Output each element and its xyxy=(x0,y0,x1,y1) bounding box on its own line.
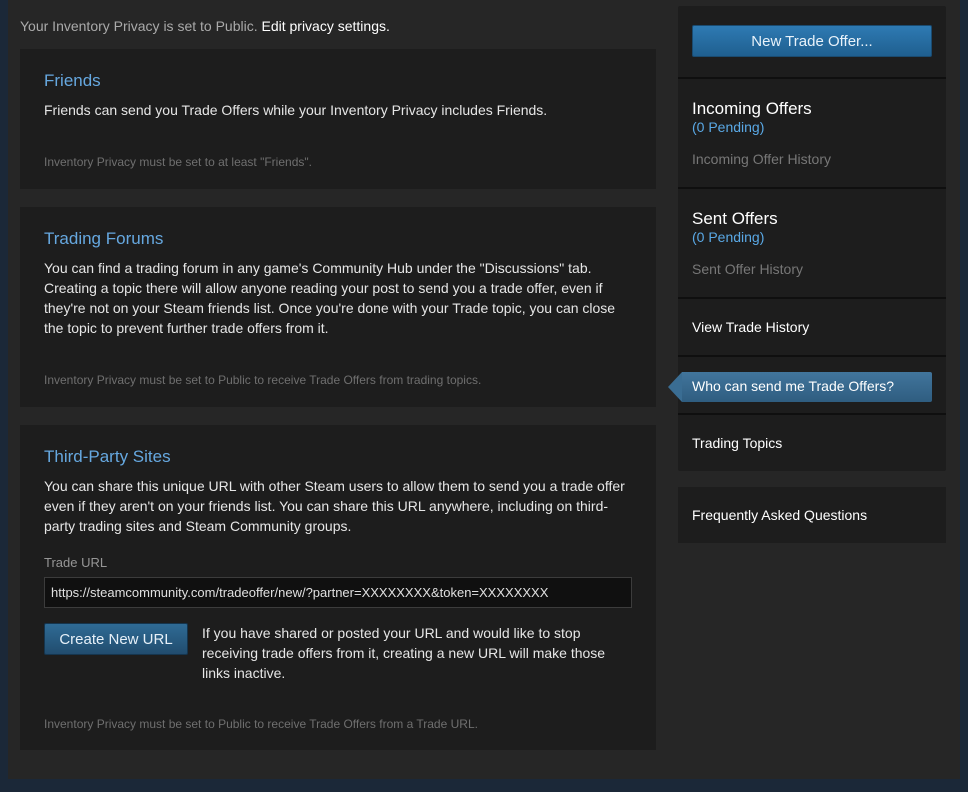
privacy-notice-text: Your Inventory Privacy is set to Public. xyxy=(20,18,258,34)
sent-offers-title[interactable]: Sent Offers xyxy=(692,209,778,229)
trading-forums-body: You can find a trading forum in any game… xyxy=(44,260,616,336)
trading-forums-title: Trading Forums xyxy=(44,229,164,248)
who-can-send-label: Who can send me Trade Offers? xyxy=(682,372,932,402)
new-trade-offer-button[interactable]: New Trade Offer... xyxy=(692,25,932,57)
who-can-send-button[interactable]: Who can send me Trade Offers? xyxy=(668,372,932,402)
sent-offer-history-link[interactable]: Sent Offer History xyxy=(692,261,803,277)
faq-link[interactable]: Frequently Asked Questions xyxy=(692,507,867,523)
sidebar-divider xyxy=(678,187,946,189)
create-new-url-button[interactable]: Create New URL xyxy=(44,623,188,655)
edit-privacy-link[interactable]: Edit privacy settings. xyxy=(261,18,389,34)
friends-panel: Friends Friends can send you Trade Offer… xyxy=(20,49,656,189)
third-party-note: Inventory Privacy must be set to Public … xyxy=(44,717,478,731)
trading-forums-panel: Trading Forums You can find a trading fo… xyxy=(20,207,656,407)
third-party-panel: Third-Party Sites You can share this uni… xyxy=(20,425,656,750)
friends-note: Inventory Privacy must be set to at leas… xyxy=(44,155,312,169)
trading-forums-note: Inventory Privacy must be set to Public … xyxy=(44,373,482,387)
view-trade-history-link[interactable]: View Trade History xyxy=(692,319,809,335)
friends-title: Friends xyxy=(44,71,101,90)
sidebar-divider xyxy=(678,297,946,299)
incoming-offers-title[interactable]: Incoming Offers xyxy=(692,99,812,119)
incoming-offer-history-link[interactable]: Incoming Offer History xyxy=(692,151,831,167)
incoming-pending-count[interactable]: (0 Pending) xyxy=(692,119,764,135)
third-party-body: You can share this unique URL with other… xyxy=(44,478,625,534)
selected-arrow-icon xyxy=(668,372,682,402)
trade-url-input[interactable] xyxy=(44,577,632,608)
trading-topics-link[interactable]: Trading Topics xyxy=(692,435,782,451)
sidebar-divider xyxy=(678,77,946,79)
sidebar-divider xyxy=(678,355,946,357)
bottom-strip xyxy=(0,779,968,792)
create-url-description: If you have shared or posted your URL an… xyxy=(202,625,606,681)
sidebar-divider xyxy=(678,413,946,415)
sidebar-faq: Frequently Asked Questions xyxy=(678,487,946,543)
friends-body: Friends can send you Trade Offers while … xyxy=(44,102,548,118)
third-party-title: Third-Party Sites xyxy=(44,447,171,466)
sent-pending-count[interactable]: (0 Pending) xyxy=(692,229,764,245)
privacy-notice: Your Inventory Privacy is set to Public.… xyxy=(20,18,390,34)
trade-url-label: Trade URL xyxy=(44,555,108,570)
sidebar-main: New Trade Offer... Incoming Offers (0 Pe… xyxy=(668,6,946,471)
